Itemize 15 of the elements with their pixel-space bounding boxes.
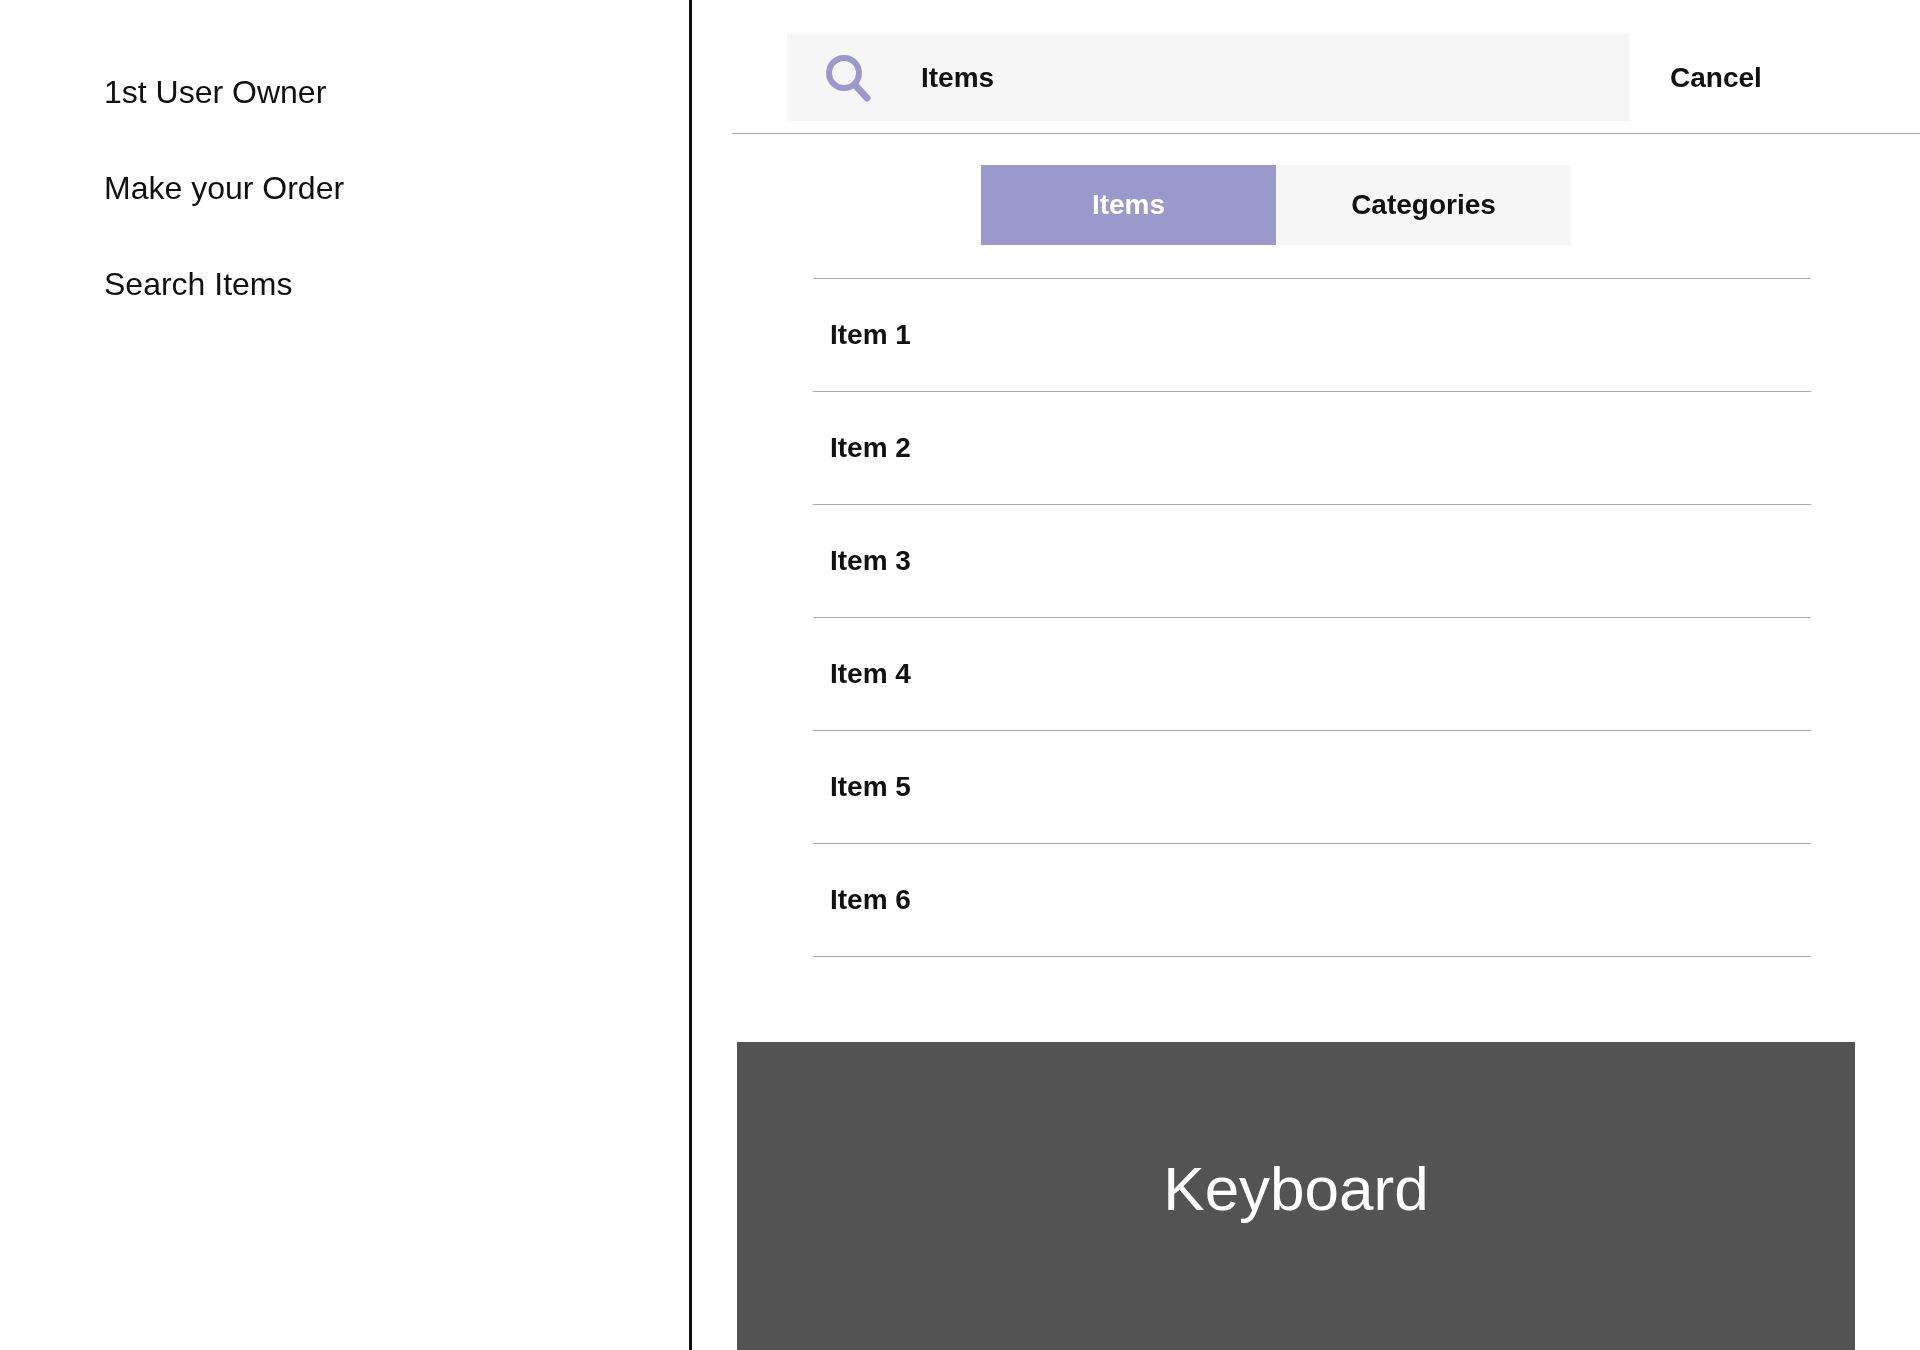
sidebar-item[interactable]: Make your Order — [104, 164, 345, 212]
list-item[interactable]: Item 5 — [830, 766, 911, 808]
search-icon — [825, 53, 871, 102]
sidebar-item[interactable]: Search Items — [104, 260, 293, 308]
search-input[interactable]: Items — [919, 55, 1519, 100]
tab[interactable]: Categories — [1276, 165, 1571, 245]
keyboard-label: Keyboard — [1163, 1154, 1429, 1223]
list-item[interactable]: Item 4 — [830, 653, 911, 695]
list-item[interactable]: Item 6 — [830, 879, 911, 921]
list-item[interactable]: Item 2 — [830, 427, 911, 469]
search-field[interactable]: Items — [787, 34, 1630, 121]
cancel-button[interactable]: Cancel — [1670, 52, 1762, 103]
list-item[interactable]: Item 1 — [830, 314, 911, 356]
sidebar-item[interactable]: 1st User Owner — [104, 68, 327, 116]
list-item[interactable]: Item 3 — [830, 540, 911, 582]
